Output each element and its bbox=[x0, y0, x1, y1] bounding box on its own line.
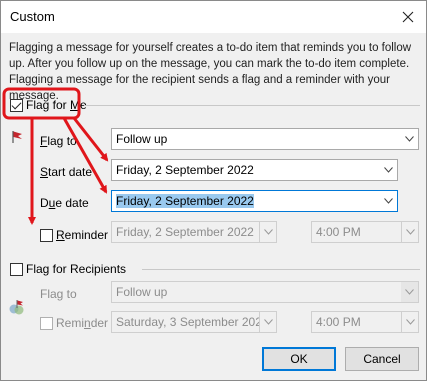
description-text: Flagging a message for yourself creates … bbox=[9, 42, 412, 102]
due-date-combo[interactable]: Friday, 2 September 2022 bbox=[111, 190, 398, 212]
chevron-down-icon[interactable] bbox=[259, 312, 276, 332]
due-date-label: Due date bbox=[40, 196, 89, 210]
flag-for-recipients-checkbox[interactable] bbox=[10, 262, 23, 276]
chevron-down-icon[interactable] bbox=[380, 160, 397, 180]
chevron-down-icon[interactable] bbox=[401, 312, 418, 332]
reminder-date-combo[interactable]: Friday, 2 September 2022 bbox=[111, 221, 277, 243]
start-date-label: Start date bbox=[40, 165, 93, 179]
reminder-time-combo[interactable]: 4:00 PM bbox=[311, 221, 419, 243]
reminder-label: Reminder bbox=[56, 228, 109, 242]
flag-to-label: Flag to bbox=[40, 134, 77, 148]
reminder-checkbox[interactable] bbox=[40, 228, 53, 242]
recipients-flag-to-label: Flag to bbox=[40, 287, 77, 301]
recipients-reminder-date-value: Saturday, 3 September 2022 bbox=[116, 315, 259, 329]
flag-for-recipients-label: Flag for Recipients bbox=[26, 262, 127, 276]
section-divider bbox=[142, 269, 420, 270]
custom-flag-dialog: Custom Flagging a message for yourself c… bbox=[0, 0, 427, 381]
recipients-reminder-checkbox-row[interactable]: Reminder bbox=[40, 316, 108, 330]
flag-for-me-label: Flag for Me bbox=[26, 98, 87, 112]
flag-for-recipients-checkbox-row[interactable]: Flag for Recipients bbox=[10, 262, 126, 276]
chevron-down-icon[interactable] bbox=[401, 222, 418, 242]
close-button[interactable] bbox=[390, 1, 426, 33]
recipients-reminder-label: Reminder bbox=[56, 316, 109, 330]
recipients-reminder-time-value: 4:00 PM bbox=[316, 315, 361, 329]
recipients-reminder-checkbox[interactable] bbox=[40, 316, 53, 330]
start-date-value: Friday, 2 September 2022 bbox=[116, 163, 254, 177]
chevron-down-icon[interactable] bbox=[380, 191, 397, 211]
title-bar: Custom bbox=[1, 1, 426, 33]
reminder-checkbox-row[interactable]: Reminder bbox=[40, 228, 108, 242]
due-date-value[interactable]: Friday, 2 September 2022 bbox=[112, 194, 380, 208]
window-title: Custom bbox=[10, 9, 55, 24]
flag-to-value: Follow up bbox=[116, 132, 168, 146]
close-icon bbox=[402, 11, 414, 23]
flag-for-me-checkbox-row[interactable]: Flag for Me bbox=[10, 98, 87, 112]
red-flag-icon bbox=[12, 131, 22, 143]
recipients-flag-to-combo[interactable]: Follow up bbox=[111, 281, 419, 303]
section-divider bbox=[84, 105, 420, 106]
flag-to-combo[interactable]: Follow up bbox=[111, 128, 419, 150]
reminder-date-value: Friday, 2 September 2022 bbox=[116, 225, 254, 239]
cancel-button[interactable]: Cancel bbox=[345, 347, 419, 371]
flag-for-me-checkbox[interactable] bbox=[10, 98, 23, 112]
chevron-down-icon[interactable] bbox=[401, 129, 418, 149]
recipients-flag-icon bbox=[9, 300, 24, 315]
recipients-reminder-time-combo[interactable]: 4:00 PM bbox=[311, 311, 419, 333]
chevron-down-icon[interactable] bbox=[259, 222, 276, 242]
recipients-reminder-date-combo[interactable]: Saturday, 3 September 2022 bbox=[111, 311, 277, 333]
ok-button[interactable]: OK bbox=[262, 347, 336, 371]
recipients-flag-to-value: Follow up bbox=[116, 285, 168, 299]
start-date-combo[interactable]: Friday, 2 September 2022 bbox=[111, 159, 398, 181]
chevron-down-icon[interactable] bbox=[401, 282, 418, 302]
reminder-time-value: 4:00 PM bbox=[316, 225, 361, 239]
